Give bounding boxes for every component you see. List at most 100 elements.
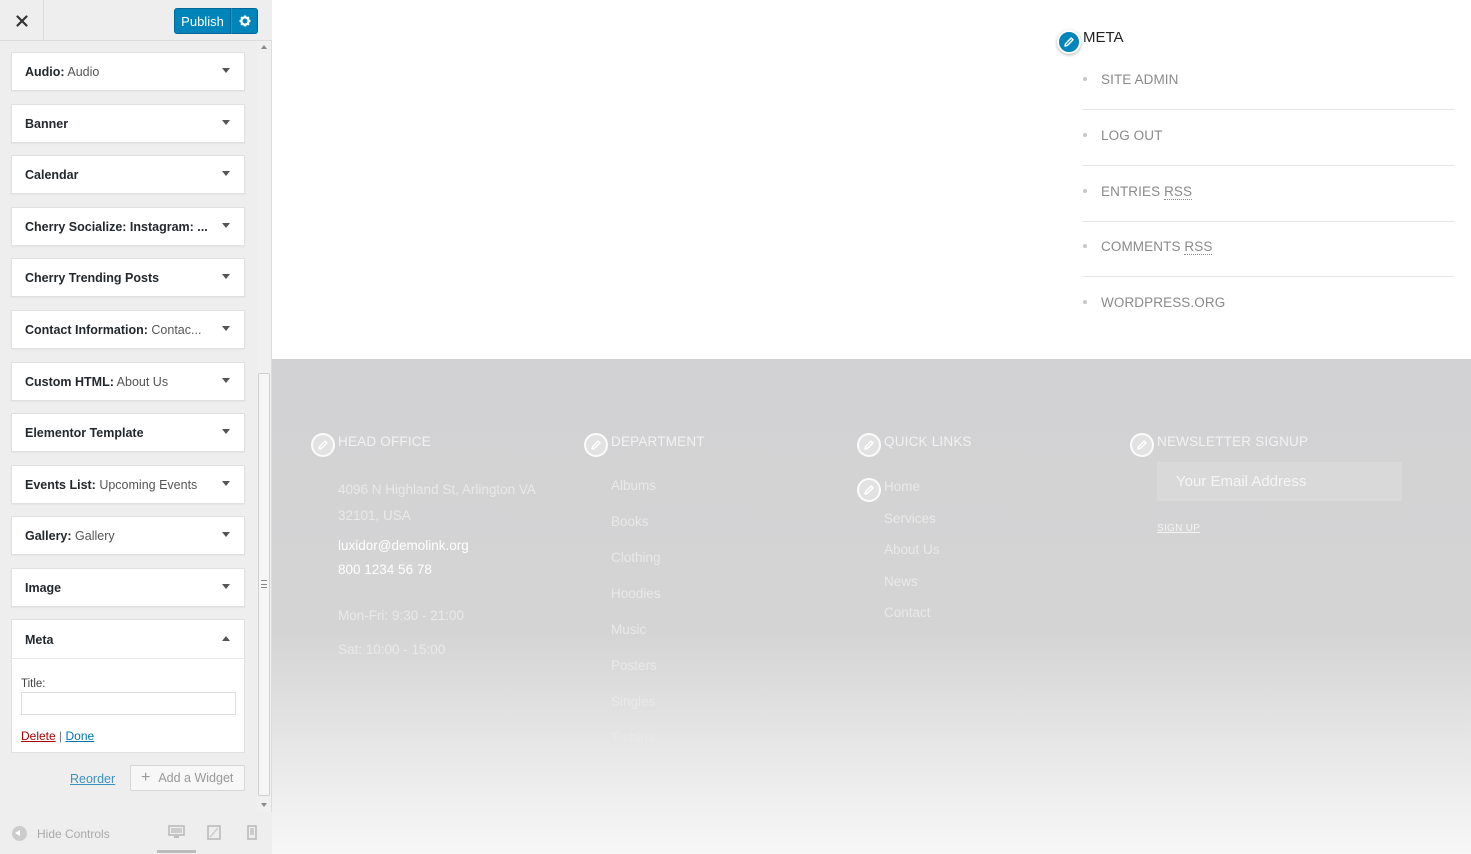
meta-link-text[interactable]: ENTRIES RSS <box>1101 184 1193 200</box>
quick-link[interactable]: Services <box>884 511 936 526</box>
meta-link-text[interactable]: WORDPRESS.ORG <box>1101 295 1225 310</box>
meta-widget-header[interactable]: Meta <box>12 620 244 659</box>
quick-link[interactable]: News <box>884 574 918 589</box>
widget-title: Cherry Trending Posts <box>25 271 159 285</box>
meta-link-item[interactable]: WORDPRESS.ORG <box>1083 277 1454 333</box>
chevron-down-icon[interactable] <box>222 325 230 331</box>
widget-instance-label: About Us <box>113 374 169 389</box>
meta-link-item[interactable]: COMMENTS RSS <box>1083 221 1454 277</box>
chevron-down-icon[interactable] <box>222 583 230 589</box>
chevron-down-icon[interactable] <box>222 119 230 125</box>
add-widget-button[interactable]: + Add a Widget <box>130 765 245 791</box>
title-input[interactable] <box>21 692 236 715</box>
edit-quick-links-button[interactable] <box>857 433 881 457</box>
pencil-icon <box>318 440 328 450</box>
newsletter-email-input[interactable]: Your Email Address <box>1157 462 1402 501</box>
department-link[interactable]: Clothing <box>611 550 661 565</box>
widget-type-label: Gallery: <box>25 529 72 544</box>
close-button[interactable] <box>0 0 44 41</box>
scroll-down-arrow-icon[interactable] <box>261 803 267 807</box>
widget-type-label: Image <box>25 580 62 595</box>
quick-link[interactable]: About Us <box>884 542 940 557</box>
hours-saturday: Sat: 10:00 - 15:00 <box>338 642 446 657</box>
email-link[interactable]: luxidor@demolink.org <box>338 538 469 553</box>
chevron-down-icon[interactable] <box>222 429 230 435</box>
meta-link-text[interactable]: SITE ADMIN <box>1101 72 1179 87</box>
reorder-link[interactable]: Reorder <box>70 772 115 786</box>
meta-link-text[interactable]: COMMENTS RSS <box>1101 239 1213 255</box>
edit-menu-button[interactable] <box>857 478 881 502</box>
department-link[interactable]: Albums <box>611 478 656 493</box>
chevron-down-icon[interactable] <box>222 480 230 486</box>
chevron-down-icon[interactable] <box>222 274 230 280</box>
widget-item[interactable]: Cherry Socialize: Instagram: ... <box>11 206 245 246</box>
widget-instance-label: Upcoming Events <box>95 477 198 492</box>
chevron-down-icon[interactable] <box>222 532 230 538</box>
bullet-icon <box>1083 77 1087 81</box>
department-title: DEPARTMENT <box>611 434 705 449</box>
widget-type-label: Custom HTML: <box>25 374 114 389</box>
panel-header: Publish <box>0 0 272 41</box>
meta-link-abbr: RSS <box>1184 239 1213 255</box>
chevron-up-icon[interactable] <box>222 636 230 641</box>
widget-type-label: Banner <box>25 116 69 131</box>
action-separator: | <box>59 729 63 743</box>
pencil-icon <box>591 440 601 450</box>
widget-title: Custom HTML: About Us <box>25 375 168 389</box>
done-link[interactable]: Done <box>66 729 95 743</box>
department-link[interactable]: Music <box>611 622 646 637</box>
gear-icon <box>239 15 250 27</box>
widget-item[interactable]: Cherry Trending Posts <box>11 258 245 298</box>
chevron-down-icon[interactable] <box>222 171 230 177</box>
department-link[interactable]: T-shirts <box>611 730 655 745</box>
mobile-preview-icon[interactable] <box>247 825 257 840</box>
department-link[interactable]: Singles <box>611 694 655 709</box>
meta-link-item[interactable]: SITE ADMIN <box>1083 54 1454 110</box>
edit-meta-widget-button[interactable] <box>1057 30 1081 54</box>
chevron-down-icon[interactable] <box>222 68 230 73</box>
title-field-label: Title: <box>21 678 46 690</box>
meta-link-item[interactable]: LOG OUT <box>1083 110 1454 166</box>
widget-item[interactable]: Custom HTML: About Us <box>11 361 245 401</box>
quick-link[interactable]: Home <box>884 479 920 494</box>
widget-item[interactable]: Contact Information: Contac... <box>11 309 245 349</box>
publish-button[interactable]: Publish <box>174 8 231 34</box>
hide-controls-button[interactable]: Hide Controls <box>12 826 110 841</box>
chevron-down-icon[interactable] <box>222 222 230 228</box>
widget-item[interactable]: Image <box>11 567 245 607</box>
widget-type-label: Cherry Trending Posts <box>25 271 160 286</box>
close-icon <box>15 14 28 27</box>
scroll-up-arrow-icon[interactable] <box>261 45 267 49</box>
desktop-preview-icon[interactable] <box>168 825 185 839</box>
meta-link-item[interactable]: ENTRIES RSS <box>1083 166 1454 222</box>
panel-footer: Hide Controls <box>0 812 272 854</box>
widget-item[interactable]: Gallery: Gallery <box>11 516 245 556</box>
delete-link[interactable]: Delete <box>21 729 56 743</box>
meta-link-text[interactable]: LOG OUT <box>1101 128 1162 143</box>
widget-title: Contact Information: Contac... <box>25 323 201 337</box>
widget-item[interactable]: Calendar <box>11 155 245 195</box>
meta-link-abbr: RSS <box>1164 184 1193 200</box>
department-link[interactable]: Books <box>611 514 649 529</box>
meta-widget-actions: Delete | Done <box>21 729 94 743</box>
chevron-down-icon[interactable] <box>222 377 230 383</box>
widget-item[interactable]: Audio: Audio <box>11 52 245 91</box>
pencil-icon <box>864 440 874 450</box>
department-link[interactable]: Posters <box>611 658 657 673</box>
edit-head-office-button[interactable] <box>311 433 335 457</box>
widget-item[interactable]: Elementor Template <box>11 413 245 453</box>
publish-settings-button[interactable] <box>231 8 258 34</box>
quick-link[interactable]: Contact <box>884 605 931 620</box>
active-device-indicator <box>157 850 196 853</box>
sign-up-button[interactable]: SIGN UP <box>1157 523 1200 534</box>
plus-icon: + <box>141 769 151 786</box>
widget-item[interactable]: Banner <box>11 103 245 143</box>
tablet-preview-icon[interactable] <box>207 825 221 840</box>
edit-newsletter-button[interactable] <box>1130 433 1154 457</box>
department-link[interactable]: Hoodies <box>611 586 661 601</box>
widget-title: Audio: Audio <box>25 65 99 79</box>
phone-link[interactable]: 800 1234 56 78 <box>338 562 432 577</box>
edit-department-button[interactable] <box>584 433 608 457</box>
widget-item[interactable]: Events List: Upcoming Events <box>11 464 245 504</box>
bullet-icon <box>1083 300 1087 304</box>
